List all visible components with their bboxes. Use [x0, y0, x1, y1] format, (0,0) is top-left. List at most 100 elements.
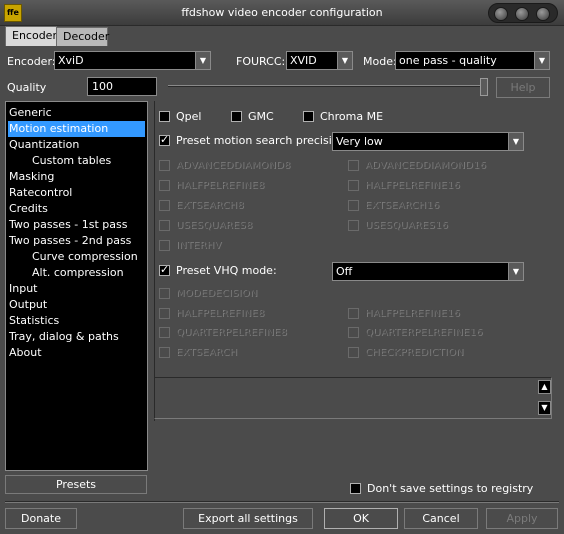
close-icon[interactable] [536, 7, 550, 21]
vhq-mode-select[interactable]: Off ▼ [332, 262, 524, 281]
mode-select[interactable]: one pass - quality ▼ [395, 51, 550, 70]
preset-vhq-label: Preset VHQ mode: [176, 264, 277, 277]
chevron-down-icon: ▼ [534, 52, 549, 69]
usesquares16-checkbox[interactable] [348, 220, 359, 231]
tree-item-statistics[interactable]: Statistics [8, 313, 145, 329]
apply-button[interactable]: Apply [486, 508, 558, 529]
mode-label: Mode: [363, 55, 397, 68]
window-title: ffdshow video encoder configuration [181, 6, 383, 19]
title-bar[interactable]: ffe ffdshow video encoder configuration [0, 0, 564, 26]
quality-input[interactable]: 100 [87, 77, 157, 96]
vhq-halfpelrefine8-label: HALFPELREFINE8 [176, 308, 265, 319]
vhq-mode-value: Off [336, 265, 353, 278]
scroll-up-icon[interactable]: ▲ [538, 380, 551, 394]
tree-item-two-passes-1st[interactable]: Two passes - 1st pass [8, 217, 145, 233]
window-controls [488, 3, 558, 23]
tree-item-output[interactable]: Output [8, 297, 145, 313]
panel-divider [154, 101, 155, 421]
ok-button[interactable]: OK [324, 508, 398, 529]
vhq-halfpelrefine16-label: HALFPELREFINE16 [365, 308, 461, 319]
vhq-extsearch-label: EXTSEARCH [176, 347, 238, 358]
gmc-label: GMC [248, 110, 274, 123]
chevron-down-icon: ▼ [508, 133, 523, 150]
tree-item-credits[interactable]: Credits [8, 201, 145, 217]
advanceddiamond16-label: ADVANCEDDIAMOND16 [365, 160, 487, 171]
chevron-down-icon: ▼ [195, 52, 210, 69]
quarterpelrefine8-label: QUARTERPELREFINE8 [176, 327, 288, 338]
modedecision-checkbox[interactable] [159, 288, 170, 299]
quality-label: Quality [7, 81, 47, 94]
advanceddiamond16-checkbox[interactable] [348, 160, 359, 171]
usesquares8-checkbox[interactable] [159, 220, 170, 231]
tree-item-generic[interactable]: Generic [8, 105, 145, 121]
tab-decoder[interactable]: Decoder [56, 27, 109, 46]
quality-slider-track[interactable] [168, 85, 488, 87]
quality-slider-thumb[interactable] [480, 78, 488, 96]
extsearch8-checkbox[interactable] [159, 200, 170, 211]
quarterpelrefine16-checkbox[interactable] [348, 327, 359, 338]
tab-encoder[interactable]: Encoder [5, 26, 57, 46]
encoder-select[interactable]: XviD ▼ [54, 51, 211, 70]
fourcc-value: XVID [290, 54, 317, 67]
bottom-separator [5, 501, 559, 503]
mode-value: one pass - quality [399, 54, 497, 67]
fourcc-select[interactable]: XVID ▼ [286, 51, 353, 70]
advanceddiamond8-checkbox[interactable] [159, 160, 170, 171]
settings-tree[interactable]: Generic Motion estimation Quantization C… [5, 101, 148, 471]
donate-button[interactable]: Donate [5, 508, 77, 529]
preset-vhq-checkbox[interactable] [159, 263, 170, 276]
tree-item-about[interactable]: About [8, 345, 145, 361]
quarterpelrefine16-label: QUARTERPELREFINE16 [365, 327, 483, 338]
description-box [154, 377, 552, 419]
search-precision-value: Very low [336, 135, 383, 148]
dont-save-checkbox[interactable] [350, 483, 361, 494]
tree-item-motion-estimation[interactable]: Motion estimation [8, 121, 145, 137]
tree-item-ratecontrol[interactable]: Ratecontrol [8, 185, 145, 201]
search-precision-select[interactable]: Very low ▼ [332, 132, 524, 151]
preset-search-checkbox[interactable] [159, 133, 170, 146]
dont-save-label: Don't save settings to registry [367, 482, 534, 495]
presets-button[interactable]: Presets [5, 475, 147, 494]
encoder-value: XviD [58, 54, 84, 67]
tree-item-masking[interactable]: Masking [8, 169, 145, 185]
help-button[interactable]: Help [496, 77, 550, 98]
modedecision-label: MODEDECISION [176, 288, 258, 299]
advanceddiamond8-label: ADVANCEDDIAMOND8 [176, 160, 291, 171]
vhq-halfpelrefine8-checkbox[interactable] [159, 308, 170, 319]
chroma-me-label: Chroma ME [320, 110, 384, 123]
extsearch8-label: EXTSEARCH8 [176, 200, 244, 211]
tree-item-two-passes-2nd[interactable]: Two passes - 2nd pass [8, 233, 145, 249]
tree-item-input[interactable]: Input [8, 281, 145, 297]
halfpelrefine16-label: HALFPELREFINE16 [365, 180, 461, 191]
cancel-button[interactable]: Cancel [404, 508, 478, 529]
fourcc-label: FOURCC: [236, 55, 286, 68]
chroma-me-checkbox[interactable] [303, 111, 314, 122]
halfpelrefine8-label: HALFPELREFINE8 [176, 180, 265, 191]
gmc-checkbox[interactable] [231, 111, 242, 122]
halfpelrefine16-checkbox[interactable] [348, 180, 359, 191]
quarterpelrefine8-checkbox[interactable] [159, 327, 170, 338]
qpel-checkbox[interactable] [159, 111, 170, 122]
vhq-halfpelrefine16-checkbox[interactable] [348, 308, 359, 319]
tree-item-quantization[interactable]: Quantization [8, 137, 145, 153]
tree-item-alt-compression[interactable]: Alt. compression [8, 265, 145, 281]
tree-item-tray-dialog-paths[interactable]: Tray, dialog & paths [8, 329, 145, 345]
maximize-icon[interactable] [515, 7, 529, 21]
minimize-icon[interactable] [494, 7, 508, 21]
halfpelrefine8-checkbox[interactable] [159, 180, 170, 191]
tree-item-custom-tables[interactable]: Custom tables [8, 153, 145, 169]
interhv-label: INTERHV [176, 240, 222, 251]
usesquares8-label: USESQUARES8 [176, 220, 253, 231]
tree-item-curve-compression[interactable]: Curve compression [8, 249, 145, 265]
chevron-down-icon: ▼ [508, 263, 523, 280]
export-all-settings-button[interactable]: Export all settings [183, 508, 313, 529]
extsearch16-checkbox[interactable] [348, 200, 359, 211]
vhq-extsearch-checkbox[interactable] [159, 347, 170, 358]
checkprediction-label: CHECKPREDICTION [365, 347, 464, 358]
qpel-label: Qpel [176, 110, 202, 123]
interhv-checkbox[interactable] [159, 240, 170, 251]
extsearch16-label: EXTSEARCH16 [365, 200, 440, 211]
chevron-down-icon: ▼ [337, 52, 352, 69]
scroll-down-icon[interactable]: ▼ [538, 401, 551, 415]
checkprediction-checkbox[interactable] [348, 347, 359, 358]
